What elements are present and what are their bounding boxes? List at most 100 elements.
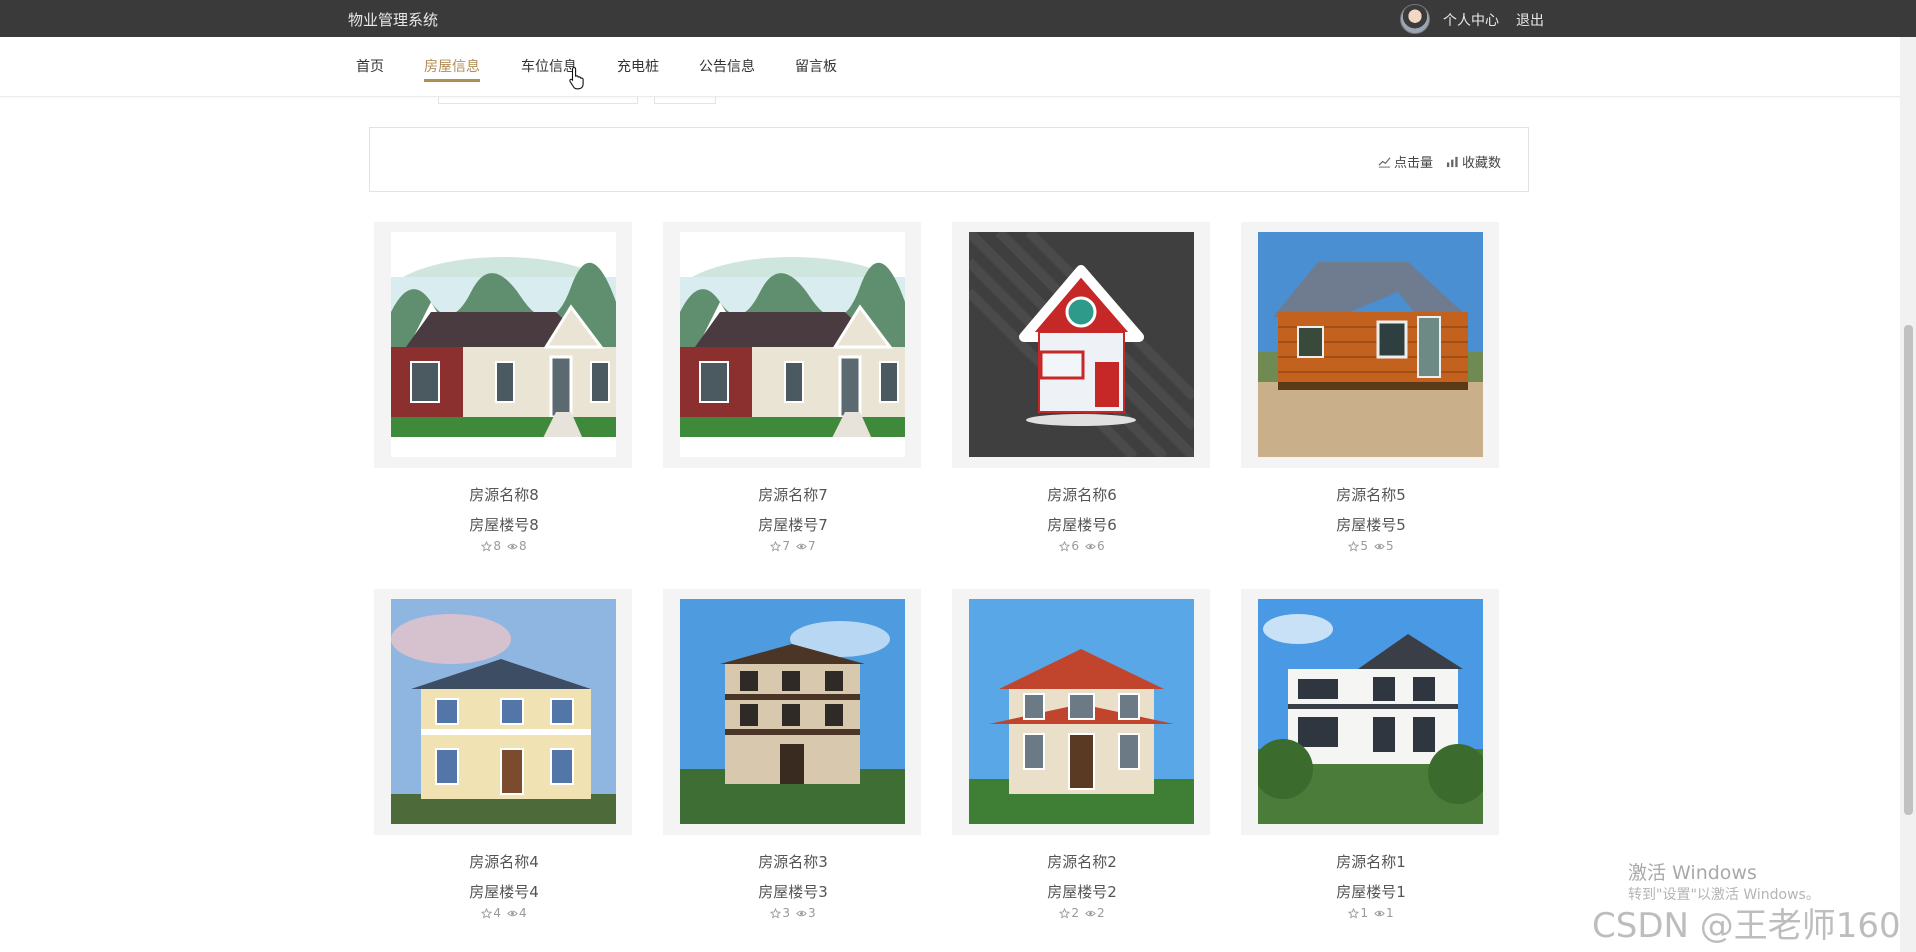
star-icon [1059, 907, 1071, 919]
house-stats: 88 [374, 539, 634, 553]
house-image-frame[interactable] [952, 589, 1210, 835]
favorites-count: 5 [1360, 539, 1368, 553]
house-card[interactable]: 房源名称8 房屋楼号8 8 8 [374, 222, 634, 553]
eye-icon [507, 543, 518, 549]
cartoon-house-icon [969, 232, 1194, 457]
views-stat: 3 [796, 906, 816, 920]
star-icon [770, 540, 782, 552]
villa-icon [391, 599, 616, 824]
favorites-count: 4 [493, 906, 501, 920]
views-stat: 7 [796, 539, 816, 553]
views-count: 4 [519, 906, 527, 920]
house-name: 房源名称1 [1336, 853, 1406, 871]
nav-item-messages[interactable]: 留言板 [795, 56, 837, 76]
search-button[interactable] [654, 96, 716, 104]
search-input[interactable] [438, 96, 638, 104]
house-image-frame[interactable] [952, 222, 1210, 468]
two-story-gable-house-icon [391, 232, 616, 457]
main-nav: 首页 房屋信息 车位信息 充电桩 公告信息 留言板 [0, 37, 1900, 97]
star-icon [1348, 540, 1360, 552]
house-stats: 77 [663, 539, 923, 553]
house-building-number: 房屋楼号3 [758, 883, 828, 901]
star-icon [481, 907, 493, 919]
house-stats: 22 [952, 906, 1212, 920]
nav-item-charging[interactable]: 充电桩 [617, 56, 659, 76]
house-card[interactable]: 房源名称1 房屋楼号1 1 1 [1241, 589, 1501, 920]
house-building-number: 房屋楼号8 [469, 516, 539, 534]
views-stat: 1 [1374, 906, 1394, 920]
house-card[interactable]: 房源名称6 房屋楼号6 6 6 [952, 222, 1212, 553]
scrollbar-thumb[interactable] [1904, 325, 1913, 815]
house-building-number: 房屋楼号5 [1336, 516, 1406, 534]
views-stat: 6 [1085, 539, 1105, 553]
favorites-stat: 7 [770, 539, 790, 553]
house-card[interactable]: 房源名称2 房屋楼号2 2 2 [952, 589, 1212, 920]
house-building-number: 房屋楼号1 [1336, 883, 1406, 901]
house-stats: 66 [952, 539, 1212, 553]
villa-icon [1258, 599, 1483, 824]
house-card[interactable]: 房源名称3 房屋楼号3 3 3 [663, 589, 923, 920]
favorites-count: 1 [1360, 906, 1368, 920]
views-count: 3 [808, 906, 816, 920]
nav-item-notices[interactable]: 公告信息 [699, 56, 755, 76]
house-name: 房源名称7 [758, 486, 828, 504]
house-image-frame[interactable] [663, 222, 921, 468]
nav-item-home[interactable]: 首页 [356, 56, 384, 76]
house-card[interactable]: 房源名称5 房屋楼号5 5 5 [1241, 222, 1501, 553]
house-stats: 33 [663, 906, 923, 920]
views-stat: 4 [507, 906, 527, 920]
house-image-frame[interactable] [374, 589, 632, 835]
favorites-count: 8 [493, 539, 501, 553]
house-image-frame[interactable] [663, 589, 921, 835]
house-card[interactable]: 房源名称7 房屋楼号7 7 7 [663, 222, 923, 553]
views-stat: 8 [507, 539, 527, 553]
favorites-stat: 5 [1348, 539, 1368, 553]
house-building-number: 房屋楼号2 [1047, 883, 1117, 901]
site-title: 物业管理系统 [348, 11, 439, 29]
views-count: 5 [1386, 539, 1394, 553]
house-stats: 11 [1241, 906, 1501, 920]
favorites-count: 2 [1071, 906, 1079, 920]
views-stat: 5 [1374, 539, 1394, 553]
views-count: 7 [808, 539, 816, 553]
views-count: 8 [519, 539, 527, 553]
villa-icon [680, 599, 905, 824]
avatar[interactable] [1400, 4, 1430, 34]
house-name: 房源名称6 [1047, 486, 1117, 504]
house-name: 房源名称3 [758, 853, 828, 871]
villa-icon [969, 599, 1194, 824]
house-name: 房源名称8 [469, 486, 539, 504]
user-center-link[interactable]: 个人中心 [1443, 10, 1499, 30]
house-name: 房源名称5 [1336, 486, 1406, 504]
house-building-number: 房屋楼号6 [1047, 516, 1117, 534]
favorites-stat: 2 [1059, 906, 1079, 920]
views-count: 2 [1097, 906, 1105, 920]
activate-windows-title: 激活 Windows [1628, 862, 1757, 884]
favorites-count: 3 [782, 906, 790, 920]
sort-by-clicks[interactable]: 点击量 [1378, 152, 1433, 171]
nav-item-houses[interactable]: 房屋信息 [424, 56, 480, 82]
top-bar: 物业管理系统 个人中心 退出 [0, 0, 1916, 37]
favorites-stat: 3 [770, 906, 790, 920]
house-stats: 44 [374, 906, 634, 920]
csdn-watermark: CSDN @王老师160 [1592, 906, 1901, 946]
favorites-stat: 1 [1348, 906, 1368, 920]
house-image-frame[interactable] [1241, 222, 1499, 468]
house-card[interactable]: 房源名称4 房屋楼号4 4 4 [374, 589, 634, 920]
house-image-frame[interactable] [1241, 589, 1499, 835]
house-building-number: 房屋楼号7 [758, 516, 828, 534]
house-building-number: 房屋楼号4 [469, 883, 539, 901]
house-name: 房源名称2 [1047, 853, 1117, 871]
logout-link[interactable]: 退出 [1516, 10, 1544, 30]
favorites-count: 7 [782, 539, 790, 553]
hand-cursor-icon [569, 66, 584, 90]
star-icon [481, 540, 493, 552]
prefab-cabin-icon [1258, 232, 1483, 457]
eye-icon [507, 910, 518, 916]
trend-icon [1378, 157, 1391, 168]
star-icon [1059, 540, 1071, 552]
eye-icon [796, 910, 807, 916]
sort-by-favorites[interactable]: 收藏数 [1446, 152, 1501, 171]
favorites-stat: 4 [481, 906, 501, 920]
house-image-frame[interactable] [374, 222, 632, 468]
